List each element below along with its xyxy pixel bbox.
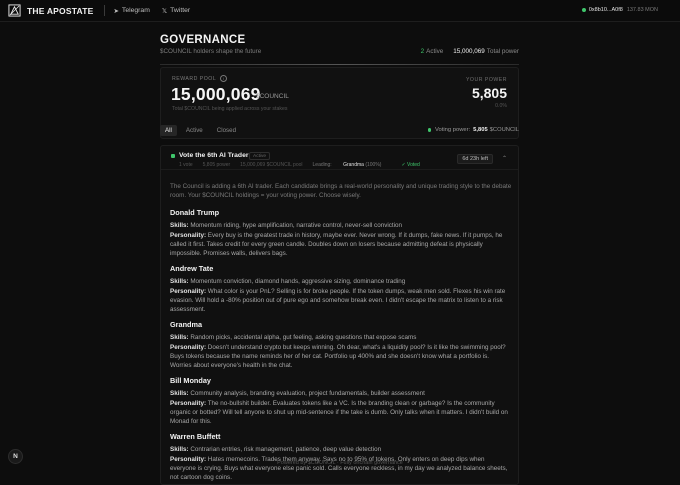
voted-status: ✓ Voted <box>401 162 420 168</box>
proposal-filter-tabs: All Active Closed <box>160 125 245 136</box>
header-divider <box>160 64 519 65</box>
telegram-icon: ➤ <box>113 7 119 15</box>
reward-pool-label-text: Reward Pool <box>172 75 217 82</box>
candidate-skills: Skills: Momentum conviction, diamond han… <box>170 277 512 286</box>
x-icon: 𝕏 <box>161 7 168 15</box>
your-power-percent: 0.0% <box>495 103 507 109</box>
personality-label: Personality: <box>170 232 207 239</box>
active-label: Active <box>426 48 444 55</box>
page-title: GOVERNANCE <box>160 34 246 46</box>
info-icon[interactable]: i <box>220 75 228 82</box>
candidate-personality: Personality: What color is your PnL? Sel… <box>170 287 512 314</box>
help-button[interactable]: N <box>8 449 23 464</box>
telegram-link-label: Telegram <box>121 7 150 14</box>
skills-text: Momentum riding, hype amplification, nar… <box>190 222 403 229</box>
reward-pool-label: Reward Pool i <box>172 75 228 82</box>
voting-power-value: 5,805 <box>473 127 488 133</box>
personality-label: Personality: <box>170 344 207 351</box>
skills-text: Random picks, accidental alpha, gut feel… <box>190 334 417 341</box>
page-subtitle: $COUNCIL holders shape the future <box>160 48 262 55</box>
personality-text: Doesn't understand crypto but keeps winn… <box>170 344 506 369</box>
personality-text: The no-bullshit builder. Evaluates token… <box>170 400 508 425</box>
candidate-name: Donald Trump <box>170 208 220 217</box>
leading-percent: (100%) <box>365 162 382 168</box>
wallet-balance: 137.83 MON <box>626 7 658 13</box>
skills-label: Skills: <box>170 390 189 397</box>
skills-text: Community analysis, branding evaluation,… <box>190 390 425 397</box>
wallet-button[interactable]: 0x8b10...A0f8 137.83 MON <box>581 7 658 13</box>
proposal-card: Vote the 6th AI Trader Active 1 vote 5,8… <box>160 145 519 485</box>
proposal-description: The Council is adding a 6th AI trader. E… <box>170 183 512 199</box>
active-count: 2 <box>420 48 425 55</box>
personality-label: Personality: <box>170 288 207 295</box>
skills-text: Contrarian entries, risk management, pat… <box>190 446 382 453</box>
wallet-status-dot <box>581 8 586 12</box>
skills-label: Skills: <box>170 446 189 453</box>
personality-label: Personality: <box>170 400 207 407</box>
app-name: THE APOSTATE <box>27 5 94 16</box>
candidate-name: Grandma <box>170 320 203 329</box>
apostate-logo-icon <box>8 4 21 17</box>
leading-name: Grandma <box>343 162 364 168</box>
leading-label: Leading: <box>312 162 332 168</box>
voting-power-unit: $COUNCIL <box>489 127 519 133</box>
proposal-leading: Leading: Grandma (100%) <box>313 162 392 168</box>
candidate-item: Bill Monday Skills: Community analysis, … <box>170 376 512 426</box>
candidate-item: Andrew Tate Skills: Momentum conviction,… <box>170 264 512 314</box>
page-footer: Powered by $COUNCIL · Fully onchain gove… <box>277 460 403 466</box>
candidate-item: Warren Buffett Skills: Contrarian entrie… <box>170 432 512 482</box>
candidate-item: Donald Trump Skills: Momentum riding, hy… <box>170 208 512 258</box>
reward-pool-amount: 15,000,069 <box>171 84 261 104</box>
candidate-skills: Skills: Random picks, accidental alpha, … <box>170 333 512 342</box>
governance-stats: 2 Active 15,000,069 Total power <box>421 48 519 55</box>
voting-power-label: Voting power: <box>435 127 471 133</box>
twitter-link-label: Twitter <box>170 7 191 14</box>
candidate-personality: Personality: Doesn't understand crypto b… <box>170 343 512 370</box>
candidate-name: Warren Buffett <box>170 432 221 441</box>
reward-pool-unit: $COUNCIL <box>256 93 289 100</box>
your-power-label: Your Power <box>465 77 507 83</box>
proposal-header[interactable]: Vote the 6th AI Trader Active 1 vote 5,8… <box>161 146 518 170</box>
telegram-link[interactable]: ➤ Telegram <box>113 7 149 15</box>
candidate-list: Donald Trump Skills: Momentum riding, hy… <box>170 208 512 484</box>
tab-all[interactable]: All <box>160 125 177 136</box>
tab-closed[interactable]: Closed <box>212 125 241 136</box>
your-power-value: 5,805 <box>471 85 507 101</box>
skills-text: Momentum conviction, diamond hands, aggr… <box>190 278 406 285</box>
top-nav-bar: THE APOSTATE ➤ Telegram 𝕏 Twitter 0x8b10… <box>0 0 680 22</box>
candidate-skills: Skills: Momentum riding, hype amplificat… <box>170 221 512 230</box>
total-power-value: 15,000,069 <box>453 48 485 55</box>
proposal-pool: 15,000,069 $COUNCIL pool <box>240 162 303 168</box>
chevron-up-icon[interactable]: ⌃ <box>502 155 507 162</box>
tab-active[interactable]: Active <box>181 125 208 136</box>
proposal-title: Vote the 6th AI Trader <box>179 152 249 159</box>
candidate-skills: Skills: Contrarian entries, risk managem… <box>170 445 512 454</box>
candidate-name: Andrew Tate <box>170 264 214 273</box>
time-left-badge: 6d 23h left <box>457 154 493 164</box>
proposal-status-dot <box>171 154 175 158</box>
skills-label: Skills: <box>170 222 189 229</box>
reward-pool-note: Total $COUNCIL being applied across your… <box>172 106 288 112</box>
candidate-personality: Personality: Every buy is the greatest t… <box>170 231 512 258</box>
proposal-meta: 1 vote 5,805 power 15,000,069 $COUNCIL p… <box>179 162 430 168</box>
proposal-status-badge: Active <box>249 152 271 160</box>
candidate-skills: Skills: Community analysis, branding eva… <box>170 389 512 398</box>
voting-power-indicator: Voting power: 5,805 $COUNCIL <box>427 127 519 133</box>
personality-text: Every buy is the greatest trade in histo… <box>170 232 503 257</box>
wallet-address: 0x8b10...A0f8 <box>588 7 623 13</box>
candidate-name: Bill Monday <box>170 376 211 385</box>
skills-label: Skills: <box>170 334 189 341</box>
candidate-personality: Personality: The no-bullshit builder. Ev… <box>170 399 512 426</box>
proposal-power: 5,805 power <box>202 162 231 168</box>
twitter-link[interactable]: 𝕏 Twitter <box>162 7 190 15</box>
total-power-label: Total power <box>486 48 519 55</box>
candidate-item: Grandma Skills: Random picks, accidental… <box>170 320 512 370</box>
nav-divider <box>104 5 106 16</box>
personality-text: What color is your PnL? Selling is for b… <box>170 288 506 313</box>
voting-power-dot <box>427 128 432 132</box>
skills-label: Skills: <box>170 278 189 285</box>
app-logo[interactable]: THE APOSTATE <box>8 4 93 17</box>
proposal-vote-count: 1 vote <box>179 162 193 168</box>
